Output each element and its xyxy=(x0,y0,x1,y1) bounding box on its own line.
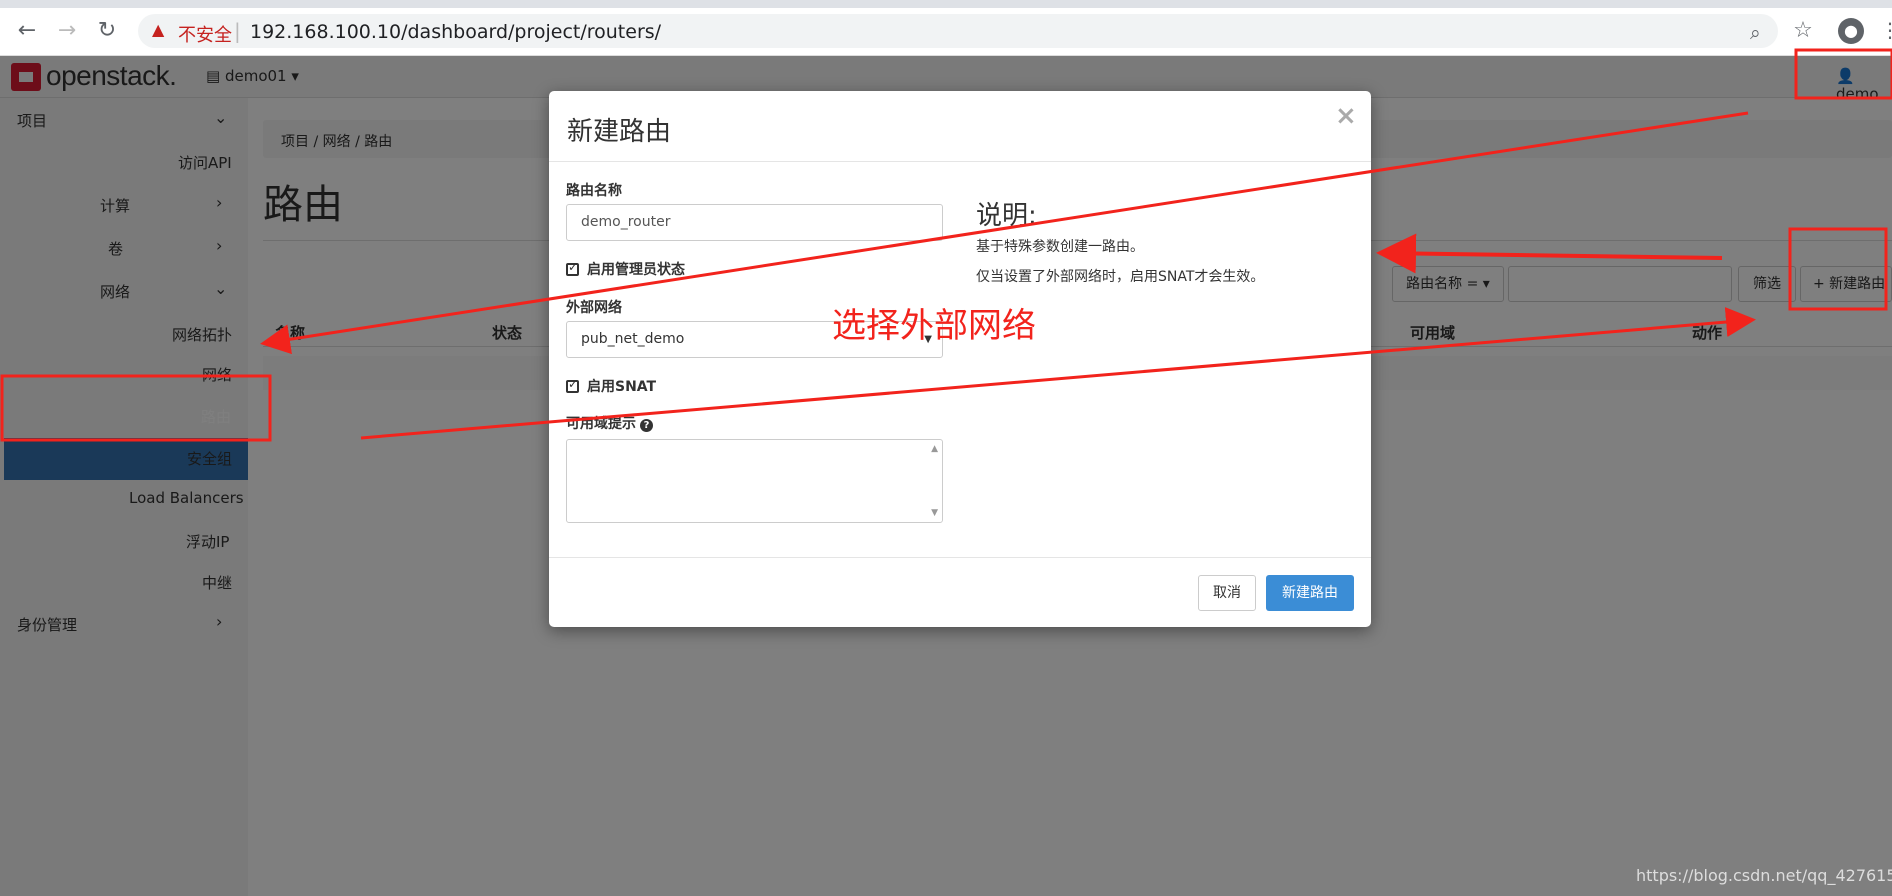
tab-strip xyxy=(0,0,1892,8)
snat-checkbox[interactable] xyxy=(566,377,579,393)
forward-icon[interactable]: → xyxy=(54,18,80,44)
watermark: https://blog.csdn.net/qq_42761527 xyxy=(1636,866,1892,885)
create-router-dialog: 新建路由 × 路由名称 demo_router 启用管理员状态 外部网络 pub… xyxy=(549,91,1371,627)
create-router-button[interactable]: 新建路由 xyxy=(1266,575,1354,611)
snat-checkbox-row[interactable]: 启用SNAT xyxy=(566,376,656,396)
url-text[interactable]: 192.168.100.10/dashboard/project/routers… xyxy=(250,21,661,43)
scroll-up-icon[interactable]: ▲ xyxy=(931,444,938,454)
dialog-footer-divider xyxy=(549,557,1371,558)
description-title: 说明: xyxy=(976,201,1037,231)
help-icon[interactable]: ? xyxy=(640,419,653,432)
insecure-label: 不安全 xyxy=(178,25,232,46)
back-icon[interactable]: ← xyxy=(14,18,40,44)
description-line-1: 基于特殊参数创建一路由。 xyxy=(976,239,1144,255)
admin-state-checkbox[interactable] xyxy=(566,260,579,276)
dialog-header-divider xyxy=(549,161,1371,162)
az-hint-label-text: 可用域提示 xyxy=(566,416,636,432)
bookmark-star-icon[interactable]: ☆ xyxy=(1790,18,1816,44)
url-separator: | xyxy=(234,19,241,43)
scroll-down-icon[interactable]: ▼ xyxy=(931,508,938,518)
menu-icon[interactable]: ⋮ xyxy=(1880,18,1892,42)
reload-icon[interactable]: ↻ xyxy=(94,18,120,44)
external-network-value: pub_net_demo xyxy=(581,331,685,347)
annotation-text: 选择外部网络 xyxy=(832,306,1036,346)
warning-icon: ▲ xyxy=(152,20,165,39)
az-hint-listbox[interactable]: ▲ ▼ xyxy=(566,439,943,523)
address-bar[interactable]: ▲ 不安全 | 192.168.100.10/dashboard/project… xyxy=(138,14,1778,48)
external-network-label: 外部网络 xyxy=(566,300,622,316)
dialog-title: 新建路由 xyxy=(567,117,672,147)
az-hint-label: 可用域提示? xyxy=(566,413,653,433)
snat-label: 启用SNAT xyxy=(587,379,657,395)
profile-avatar-icon[interactable]: ● xyxy=(1838,18,1864,44)
close-icon[interactable]: × xyxy=(1335,101,1357,131)
admin-state-checkbox-row[interactable]: 启用管理员状态 xyxy=(566,259,685,279)
router-name-label: 路由名称 xyxy=(566,183,622,199)
admin-state-label: 启用管理员状态 xyxy=(587,262,685,278)
description-line-2: 仅当设置了外部网络时，启用SNAT才会生效。 xyxy=(976,269,1265,285)
zoom-icon[interactable]: ⌕ xyxy=(1750,22,1761,44)
browser-toolbar: ← → ↻ ▲ 不安全 | 192.168.100.10/dashboard/p… xyxy=(0,0,1892,56)
cancel-button[interactable]: 取消 xyxy=(1198,575,1256,611)
router-name-input[interactable]: demo_router xyxy=(566,204,943,241)
